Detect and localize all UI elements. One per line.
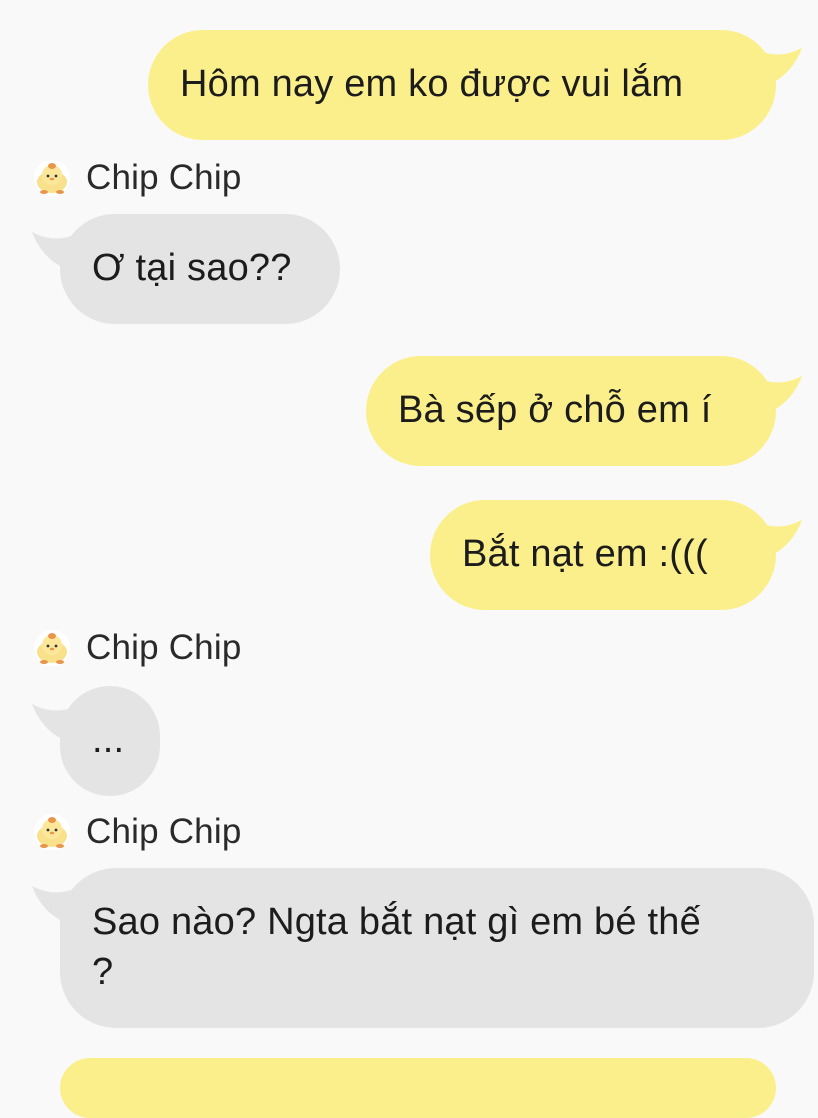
incoming-message-bubble[interactable]: ... <box>60 686 160 796</box>
message-text: Hôm nay em ko được vui lắm <box>180 63 684 105</box>
sender-header: Chip Chip <box>34 158 242 198</box>
sender-header: Chip Chip <box>34 628 242 668</box>
outgoing-bubble-tail <box>758 48 802 86</box>
message-text: Sao nào? Ngta bắt nạt gì em bé thế ? <box>92 901 712 993</box>
sender-name: Chip Chip <box>86 812 242 851</box>
sender-header: Chip Chip <box>34 812 242 852</box>
outgoing-message-bubble[interactable]: Hôm nay em ko được vui lắm <box>148 30 776 140</box>
message-text: Ơ tại sao?? <box>92 247 292 289</box>
outgoing-message-bubble[interactable]: Bà sếp ở chỗ em í <box>366 356 776 466</box>
message-text: Bắt nạt em :((( <box>462 533 708 575</box>
message-text: Bà sếp ở chỗ em í <box>398 389 712 431</box>
chick-avatar-icon[interactable] <box>34 160 70 196</box>
sender-name: Chip Chip <box>86 158 242 197</box>
sender-name: Chip Chip <box>86 628 242 667</box>
outgoing-message-bubble[interactable]: Bắt nạt em :((( <box>430 500 776 610</box>
incoming-message-bubble[interactable]: Ơ tại sao?? <box>60 214 340 324</box>
chick-avatar-icon[interactable] <box>34 814 70 850</box>
outgoing-message-bubble-partial[interactable] <box>60 1058 776 1118</box>
chick-avatar-icon[interactable] <box>34 630 70 666</box>
outgoing-bubble-tail <box>758 376 802 414</box>
incoming-message-bubble[interactable]: Sao nào? Ngta bắt nạt gì em bé thế ? <box>60 868 814 1028</box>
chat-thread: Hôm nay em ko được vui lắm Chip Chip Ơ t… <box>0 0 818 1118</box>
outgoing-bubble-tail <box>758 520 802 558</box>
message-text: ... <box>92 719 125 761</box>
